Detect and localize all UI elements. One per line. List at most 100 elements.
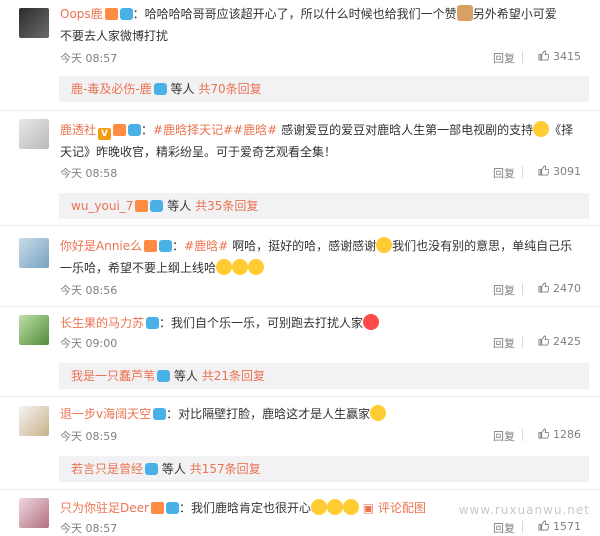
dog-emoji-icon (456, 5, 473, 21)
like-button[interactable]: 2425 (538, 335, 581, 348)
camera-badge-icon (159, 240, 173, 252)
camera-badge-icon (119, 8, 133, 20)
comment-4: 长生果的马力苏 ：我们自个乐一乐，可别跑去打扰人家 今天 09:00 回复 242… (0, 307, 600, 395)
comment-2: 鹿透社 V ：#鹿晗择天记##鹿晗# 感谢爱豆的爱豆对鹿晗人生第一部电视剧的支持 《择… (0, 111, 600, 221)
avatar[interactable] (19, 238, 49, 268)
vip-badge-icon (135, 200, 149, 212)
laugh-emoji-icon (370, 405, 387, 421)
separator (522, 336, 523, 348)
reply-button[interactable]: 回复 (493, 335, 515, 351)
thumbs-up-icon (538, 282, 549, 293)
reply-button[interactable]: 回复 (493, 428, 515, 444)
reply-username[interactable]: 鹿-毒及必伤-鹿 等人 共70条回复 (71, 76, 262, 102)
vip-badge-icon (113, 124, 127, 136)
reply-count-link[interactable]: 共157条回复 (190, 462, 261, 476)
laugh-emoji-icon (310, 499, 327, 515)
vip-badge-icon (104, 8, 118, 20)
laugh-emoji-icon (216, 259, 233, 275)
reply-button[interactable]: 回复 (493, 282, 515, 298)
reply-count-link[interactable]: 共70条回复 (198, 82, 261, 96)
username[interactable]: 长生果的马力苏 (60, 316, 144, 330)
topic-link[interactable]: #鹿晗# (184, 239, 228, 253)
timestamp: 今天 08:57 (60, 522, 118, 535)
comment-text-line2: 不要去人家微博打扰 (60, 29, 169, 43)
avatar[interactable] (19, 498, 49, 528)
reply-summary[interactable]: wu_youi_7 等人 共35条回复 (59, 193, 589, 219)
reply-username[interactable]: wu_youi_7 等人 共35条回复 (71, 193, 258, 219)
camera-badge-icon (165, 502, 179, 514)
comment-text: 长生果的马力苏 ：我们自个乐一乐，可别跑去打扰人家 (60, 314, 380, 331)
separator (522, 166, 523, 178)
laugh-emoji-icon (376, 237, 393, 253)
like-button[interactable]: 3415 (538, 50, 581, 63)
avatar[interactable] (19, 8, 49, 38)
camera-badge-icon (150, 200, 164, 212)
camera-badge-icon (153, 408, 167, 420)
avatar[interactable] (19, 315, 49, 345)
camera-badge-icon (128, 124, 142, 136)
thumbs-up-icon (538, 50, 549, 61)
reply-summary[interactable]: 我是一只蠢芦苇 等人 共21条回复 (59, 363, 589, 389)
username[interactable]: 退一步v海阔天空 (60, 407, 151, 421)
like-button[interactable]: 1286 (538, 428, 581, 441)
thumbs-up-icon (538, 520, 549, 531)
camera-badge-icon (153, 83, 167, 95)
reply-button[interactable]: 回复 (493, 520, 515, 536)
comment-5: 退一步v海阔天空 ：对比隔壁打脸，鹿晗这才是人生赢家 今天 08:59 回复 12… (0, 397, 600, 487)
thumbs-up-icon (538, 428, 549, 439)
vip-badge-icon (150, 502, 164, 514)
avatar[interactable] (19, 406, 49, 436)
reply-button[interactable]: 回复 (493, 50, 515, 66)
avatar[interactable] (19, 119, 49, 149)
camera-badge-icon (146, 317, 160, 329)
thumbs-up-icon (538, 335, 549, 346)
timestamp: 今天 08:56 (60, 284, 118, 297)
timestamp: 今天 08:57 (60, 52, 118, 65)
like-button[interactable]: 1571 (538, 520, 581, 533)
username[interactable]: 鹿透社 (60, 123, 96, 137)
topic-link[interactable]: #鹿晗择天记# (153, 123, 233, 137)
reply-username[interactable]: 若言只是曾经 等人 共157条回复 (71, 456, 261, 482)
comment-text-line2: 一乐哈，希望不要上纲上线哈 (60, 259, 265, 276)
comment-text-line2: 天记》昨晚收官，精彩纷呈。可于爱奇艺观看全集！ (60, 145, 337, 159)
comment-text: 退一步v海阔天空 ：对比隔壁打脸，鹿晗这才是人生赢家 (60, 405, 387, 422)
reply-count-link[interactable]: 共35条回复 (195, 199, 258, 213)
reply-summary[interactable]: 若言只是曾经 等人 共157条回复 (59, 456, 589, 482)
vip-badge-icon (144, 240, 158, 252)
emoji-icon (533, 121, 550, 137)
separator (522, 521, 523, 533)
laugh-emoji-icon (232, 259, 249, 275)
separator (522, 429, 523, 441)
watermark: www.ruxuanwu.net (458, 503, 590, 517)
reply-summary[interactable]: 鹿-毒及必伤-鹿 等人 共70条回复 (59, 76, 589, 102)
laugh-emoji-icon (326, 499, 343, 515)
reply-button[interactable]: 回复 (493, 165, 515, 181)
comment-text: Oops鹿 ：哈哈哈哈哥哥应该超开心了，所以什么时候也给我们一个赞 另外希望小可爱 (60, 5, 557, 21)
separator (522, 51, 523, 63)
like-button[interactable]: 2470 (538, 282, 581, 295)
camera-badge-icon (145, 463, 159, 475)
comment-text: 鹿透社 V ：#鹿晗择天记##鹿晗# 感谢爱豆的爱豆对鹿晗人生第一部电视剧的支持 《择 (60, 121, 574, 140)
comment-image-link[interactable]: ▣ 评论配图 (363, 501, 426, 515)
separator (522, 283, 523, 295)
camera-badge-icon (157, 370, 171, 382)
username[interactable]: 你好是Annie么 (60, 239, 142, 253)
laugh-emoji-icon (248, 259, 265, 275)
timestamp: 今天 08:58 (60, 167, 118, 180)
like-button[interactable]: 3091 (538, 165, 581, 178)
reply-count-link[interactable]: 共21条回复 (202, 369, 265, 383)
comment-text: 你好是Annie么 ：#鹿晗# 啊哈，挺好的哈，感谢感谢 我们也没有别的意思，单纯自… (60, 237, 573, 253)
comment-1: Oops鹿 ：哈哈哈哈哥哥应该超开心了，所以什么时候也给我们一个赞 另外希望小可爱 … (0, 0, 600, 110)
username[interactable]: Oops鹿 (60, 7, 103, 21)
username[interactable]: 只为你驻足Deer (60, 501, 149, 515)
thumbs-up-icon (538, 165, 549, 176)
topic-link[interactable]: #鹿晗# (233, 123, 277, 137)
comment-text: 只为你驻足Deer ：我们鹿晗肯定也很开心 ▣ 评论配图 (60, 499, 426, 515)
timestamp: 今天 09:00 (60, 337, 118, 350)
heart-emoji-icon (363, 314, 380, 330)
timestamp: 今天 08:59 (60, 430, 118, 443)
reply-username[interactable]: 我是一只蠢芦苇 等人 共21条回复 (71, 363, 265, 389)
comment-3: 你好是Annie么 ：#鹿晗# 啊哈，挺好的哈，感谢感谢 我们也没有别的意思，单纯自… (0, 226, 600, 306)
verified-badge-icon: V (98, 128, 112, 140)
laugh-emoji-icon (342, 499, 359, 515)
